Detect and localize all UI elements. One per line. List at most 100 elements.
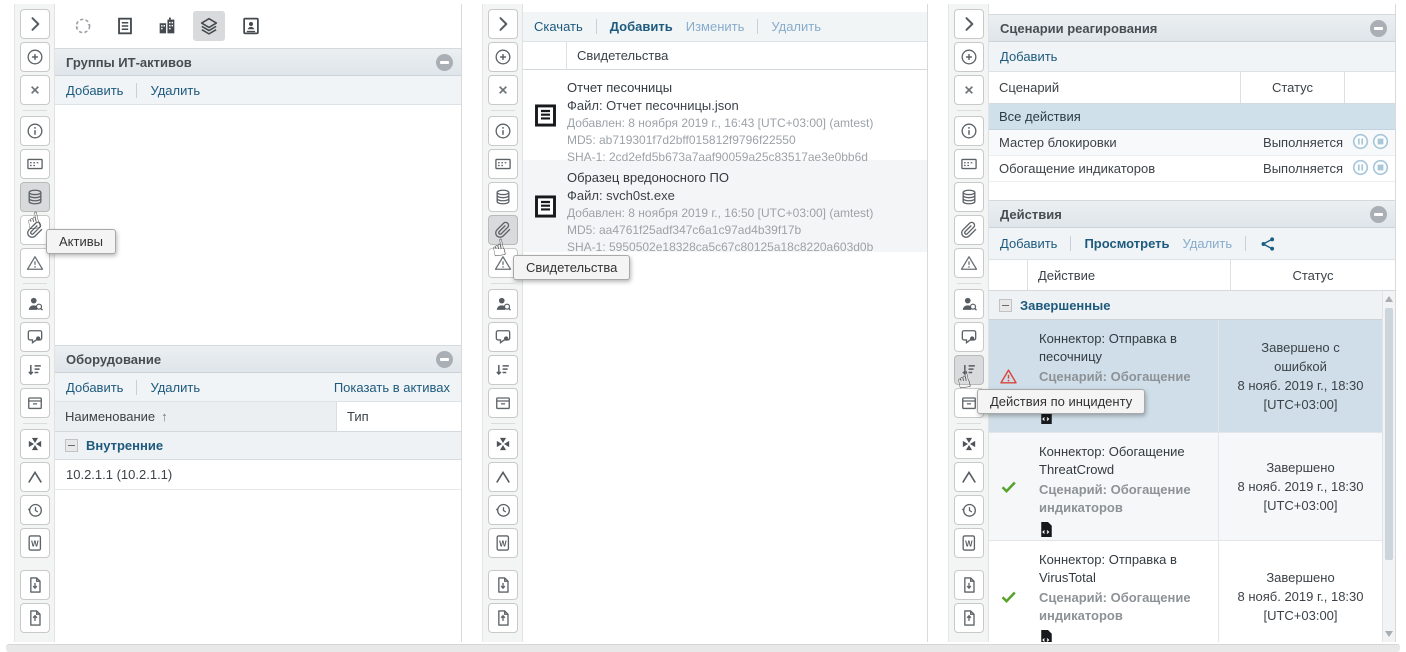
sidebar-button-analytics[interactable] <box>19 462 50 492</box>
sidebar-button-report[interactable]: W <box>19 528 50 558</box>
sidebar-button-integrations[interactable] <box>953 429 984 459</box>
download-button[interactable]: Скачать <box>534 19 583 34</box>
sidebar-button-expand[interactable] <box>487 9 518 39</box>
sidebar-button-actions[interactable] <box>487 355 518 385</box>
column-header-name[interactable]: Наименование ↑ <box>55 402 337 431</box>
sidebar-button-add[interactable] <box>487 42 518 72</box>
evidence-row[interactable]: Образец вредоносного ПО Файл: svch0st.ex… <box>523 160 927 254</box>
scenarios-group-all-actions[interactable]: Все действия <box>989 104 1395 130</box>
sidebar-button-fields[interactable] <box>953 149 984 179</box>
sidebar-button-actions[interactable] <box>19 355 50 385</box>
horizontal-scrollbar[interactable] <box>6 644 1400 652</box>
sidebar-button-close[interactable] <box>953 75 984 105</box>
equipment-group-internal[interactable]: Внутренние <box>55 432 461 460</box>
sidebar-button-add[interactable] <box>19 42 50 72</box>
toolbar-button-organization[interactable] <box>151 11 183 41</box>
sidebar-button-history[interactable] <box>19 495 50 525</box>
sidebar-button-info[interactable] <box>487 116 518 146</box>
sidebar-button-assets[interactable] <box>953 182 984 212</box>
add-button[interactable]: Добавить <box>66 380 123 395</box>
sidebar-button-add[interactable] <box>953 42 984 72</box>
stop-button[interactable] <box>1372 133 1389 153</box>
group-collapse-icon[interactable] <box>999 298 1012 312</box>
vertical-scrollbar[interactable] <box>1382 291 1395 642</box>
sidebar-button-users[interactable] <box>19 289 50 319</box>
toolbar-button-contact-card[interactable] <box>235 11 267 41</box>
sidebar-button-history[interactable] <box>953 495 984 525</box>
view-button[interactable]: Просмотреть <box>1084 236 1169 251</box>
sidebar-button-warnings[interactable] <box>953 248 984 278</box>
sidebar-button-info[interactable] <box>953 116 984 146</box>
sidebar-button-analytics[interactable] <box>953 462 984 492</box>
sidebar-button-import[interactable] <box>487 570 518 600</box>
sidebar-button-import[interactable] <box>953 570 984 600</box>
sidebar-button-attachments[interactable] <box>953 215 984 245</box>
group-collapse-icon[interactable] <box>65 439 78 452</box>
sidebar-button-close[interactable] <box>487 75 518 105</box>
scroll-down-icon[interactable] <box>1383 627 1395 641</box>
sidebar-button-assets[interactable] <box>487 182 518 212</box>
scenario-row[interactable]: Мастер блокировки Выполняется <box>989 130 1395 156</box>
scroll-up-icon[interactable] <box>1383 292 1395 306</box>
share-button[interactable] <box>1259 235 1277 253</box>
sidebar-button-export[interactable] <box>487 603 518 633</box>
collapse-icon[interactable] <box>436 53 453 71</box>
scenario-row[interactable]: Обогащение индикаторов Выполняется <box>989 156 1395 182</box>
sidebar-button-info[interactable] <box>19 116 50 146</box>
edit-button[interactable]: Изменить <box>686 19 745 34</box>
collapse-icon[interactable] <box>1370 205 1387 223</box>
sidebar-button-warnings[interactable] <box>19 248 50 278</box>
toolbar-button-refresh[interactable] <box>67 11 99 41</box>
sidebar-button-users[interactable] <box>487 289 518 319</box>
delete-button[interactable]: Удалить <box>1183 236 1233 251</box>
sidebar-button-tasks[interactable] <box>487 388 518 418</box>
sidebar-button-fields[interactable] <box>487 149 518 179</box>
evidence-row[interactable]: Отчет песочницы Файл: Отчет песочницы.js… <box>523 70 927 164</box>
sidebar-button-close[interactable] <box>19 75 50 105</box>
sidebar-button-comments[interactable] <box>487 322 518 352</box>
add-button[interactable]: Добавить <box>1000 236 1057 251</box>
sidebar-button-users[interactable] <box>953 289 984 319</box>
add-button[interactable]: Добавить <box>66 83 123 98</box>
sidebar-button-analytics[interactable] <box>487 462 518 492</box>
action-row[interactable]: Коннектор: Отправка в VirusTotal Сценари… <box>989 541 1382 642</box>
sidebar-button-integrations[interactable] <box>487 429 518 459</box>
sidebar-button-fields[interactable] <box>19 149 50 179</box>
column-header-evidence[interactable]: Свидетельства <box>567 42 927 69</box>
action-row[interactable]: Коннектор: Обогащение ThreatCrowd Сценар… <box>989 433 1382 541</box>
sidebar-button-export[interactable] <box>19 603 50 633</box>
column-header-scenario[interactable]: Сценарий <box>989 72 1241 103</box>
add-button[interactable]: Добавить <box>610 19 673 34</box>
pause-button[interactable] <box>1352 133 1369 153</box>
column-header-status[interactable]: Статус <box>1231 260 1395 290</box>
sidebar-button-comments[interactable] <box>953 322 984 352</box>
collapse-icon[interactable] <box>1370 19 1387 37</box>
show-in-assets-button[interactable]: Показать в активах <box>334 380 450 395</box>
equipment-row[interactable]: 10.2.1.1 (10.2.1.1) <box>55 460 461 490</box>
collapse-icon[interactable] <box>436 350 453 368</box>
sidebar-button-expand[interactable] <box>19 9 50 39</box>
sidebar-button-tasks[interactable] <box>19 388 50 418</box>
delete-button[interactable]: Удалить <box>771 19 821 34</box>
delete-button[interactable]: Удалить <box>150 83 200 98</box>
column-header-status[interactable]: Статус <box>1241 72 1345 103</box>
sidebar-button-integrations[interactable] <box>19 429 50 459</box>
pause-button[interactable] <box>1352 159 1369 179</box>
sidebar-button-history[interactable] <box>487 495 518 525</box>
sidebar-button-report[interactable]: W <box>487 528 518 558</box>
column-header-type[interactable]: Тип <box>337 402 461 431</box>
toolbar-button-layers[interactable] <box>193 11 225 41</box>
stop-button[interactable] <box>1372 159 1389 179</box>
action-row-selected[interactable]: Коннектор: Отправка в песочницу Сценарий… <box>989 320 1382 433</box>
actions-group-completed[interactable]: Завершенные <box>989 291 1382 320</box>
sidebar-button-export[interactable] <box>953 603 984 633</box>
toolbar-button-document[interactable] <box>109 11 141 41</box>
sidebar-button-report[interactable]: W <box>953 528 984 558</box>
sidebar-button-comments[interactable] <box>19 322 50 352</box>
column-header-action[interactable]: Действие <box>1028 260 1231 290</box>
scroll-thumb[interactable] <box>1385 308 1393 560</box>
sidebar-button-import[interactable] <box>19 570 50 600</box>
sidebar-button-expand[interactable] <box>953 9 984 39</box>
add-button[interactable]: Добавить <box>1000 49 1057 64</box>
delete-button[interactable]: Удалить <box>150 380 200 395</box>
